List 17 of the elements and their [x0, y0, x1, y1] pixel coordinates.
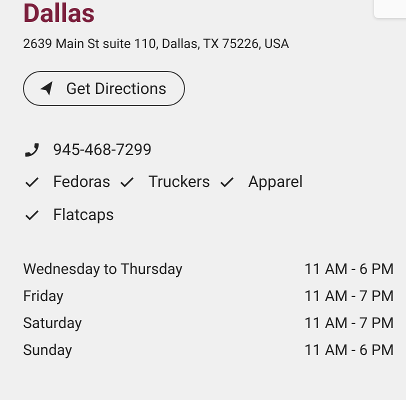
phone-number: 945-468-7299 — [53, 140, 152, 159]
hours-day: Wednesday to Thursday — [23, 259, 182, 279]
feature-label: Flatcaps — [53, 205, 114, 225]
hours-time: 11 AM - 6 PM — [304, 340, 394, 360]
feature-label: Fedoras — [53, 172, 110, 192]
hours-day: Friday — [23, 286, 64, 306]
feature-label: Apparel — [248, 172, 303, 192]
store-title: Dallas — [23, 0, 95, 28]
hours-time: 11 AM - 7 PM — [304, 286, 394, 306]
hours-time: 11 AM - 7 PM — [304, 313, 394, 333]
hours-day: Saturday — [23, 313, 82, 333]
directions-button[interactable]: Get Directions — [23, 71, 186, 106]
phone-icon — [23, 140, 41, 158]
feature-label: Truckers — [148, 172, 210, 192]
hours-day: Sunday — [23, 340, 72, 360]
store-address: 2639 Main St suite 110, Dallas, TX 75226, USA — [23, 37, 290, 53]
hours-time: 11 AM - 6 PM — [304, 259, 394, 279]
